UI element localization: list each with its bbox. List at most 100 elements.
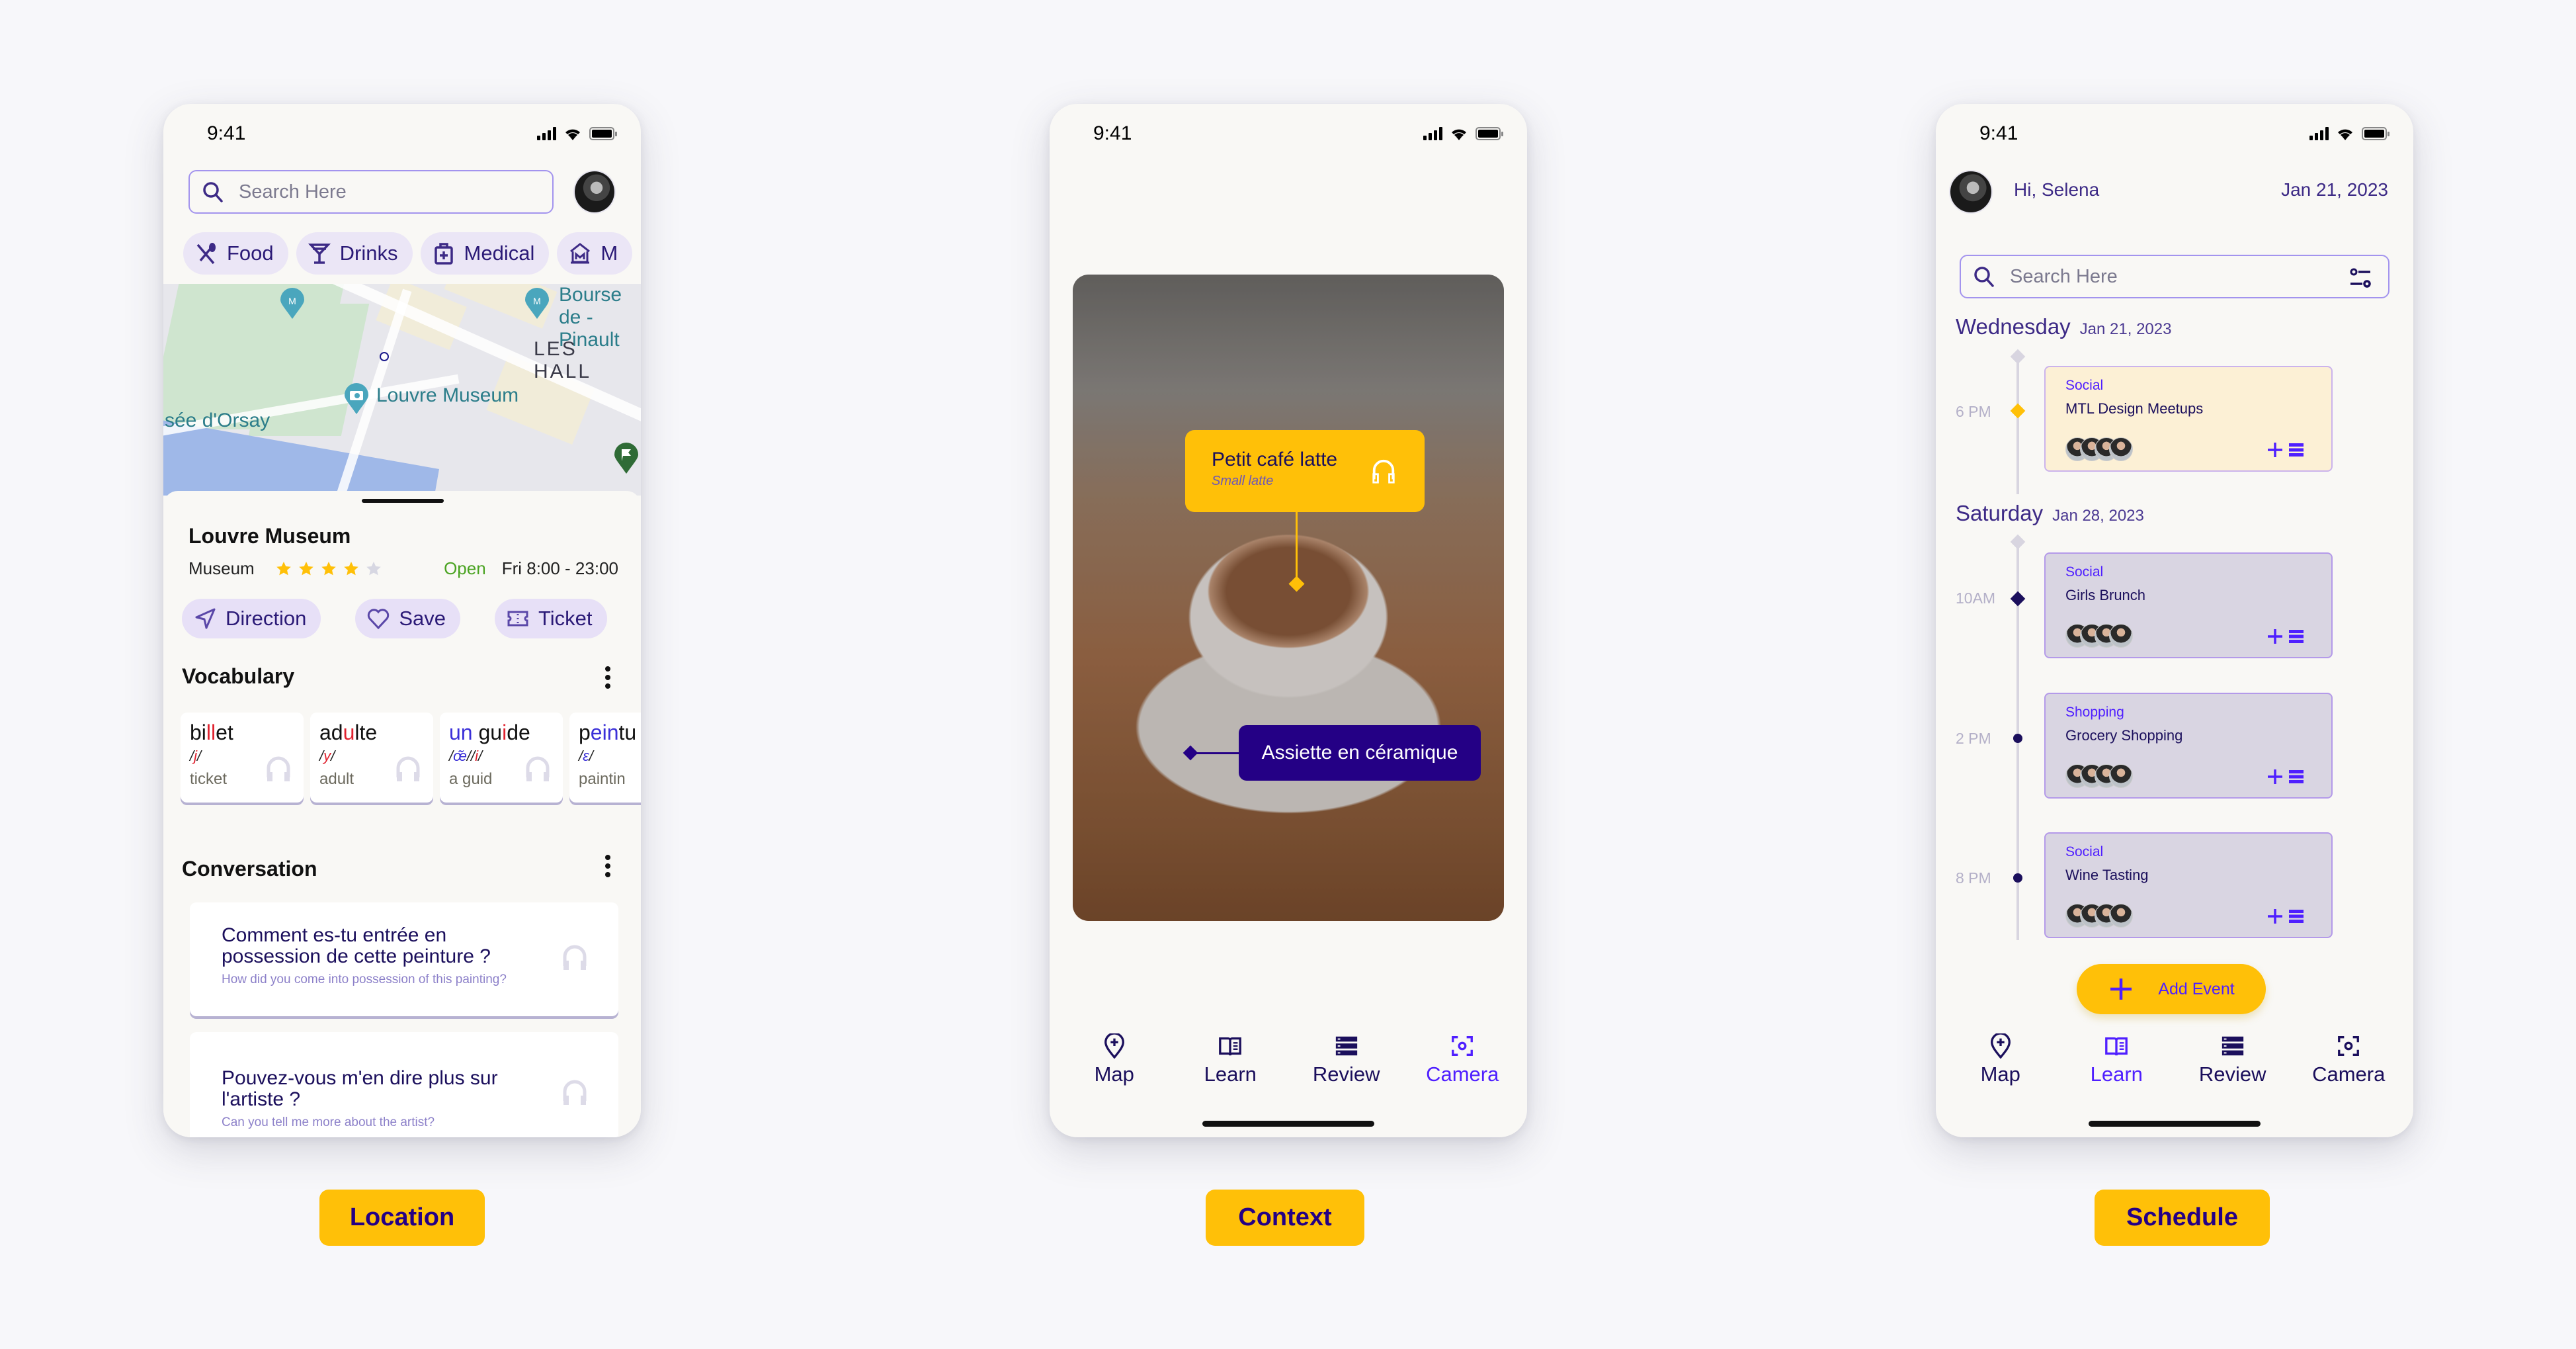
vocabulary-more-icon[interactable] <box>604 666 611 689</box>
vocab-card[interactable]: peintu/ɛ/paintin <box>569 713 641 803</box>
event-card[interactable]: Social MTL Design Meetups <box>2044 366 2333 472</box>
list-icon <box>1335 1036 1357 1056</box>
event-name: MTL Design Meetups <box>2065 400 2204 417</box>
vocab-card[interactable]: billet/j/ticket <box>181 713 304 803</box>
battery-icon <box>1475 127 1503 140</box>
tab-learn[interactable]: Learn <box>1181 1033 1280 1086</box>
search-input[interactable]: Search Here <box>1960 255 2389 298</box>
event-category: Social <box>2065 378 2104 393</box>
tab-camera[interactable]: Camera <box>1413 1033 1512 1086</box>
tab-review[interactable]: Review <box>1297 1033 1396 1086</box>
chip-museum[interactable]: M <box>557 232 633 275</box>
tab-label: Review <box>1312 1063 1380 1086</box>
action-label: Ticket <box>538 607 593 630</box>
headphones-icon[interactable] <box>395 755 421 783</box>
timeline-marker-icon <box>2013 734 2022 743</box>
day-header: Saturday Jan 28, 2023 <box>1956 501 2144 526</box>
search-placeholder: Search Here <box>239 181 347 202</box>
star-empty-icon <box>366 561 381 575</box>
object-tag-plate[interactable]: Assiette en céramique <box>1239 725 1481 781</box>
attendee-avatars[interactable] <box>2065 437 2133 461</box>
add-icon[interactable] <box>2266 441 2284 458</box>
headphones-icon[interactable] <box>265 755 292 783</box>
camera-photo[interactable]: Petit café latte Small latte Assiette en… <box>1073 275 1504 921</box>
chip-medical[interactable]: Medical <box>420 232 550 275</box>
cocktail-icon <box>308 243 331 264</box>
chip-drinks[interactable]: Drinks <box>296 232 413 275</box>
flag-pin-icon[interactable] <box>613 443 640 474</box>
conversation-card[interactable]: Pouvez-vous m'en dire plus sur l'artiste… <box>190 1032 618 1137</box>
list-icon[interactable] <box>2289 769 2304 784</box>
day-name: Saturday <box>1956 501 2044 525</box>
list-icon[interactable] <box>2289 629 2304 644</box>
vocab-card[interactable]: adulte/y/adult <box>310 713 433 803</box>
louvre-pin-icon[interactable] <box>343 383 370 415</box>
event-name: Girls Brunch <box>2065 587 2146 603</box>
event-card[interactable]: Shopping Grocery Shopping <box>2044 693 2333 799</box>
attendee-avatars[interactable] <box>2065 624 2133 648</box>
tab-review[interactable]: Review <box>2183 1033 2282 1086</box>
save-button[interactable]: Save <box>355 599 460 638</box>
headphones-icon[interactable] <box>524 755 551 783</box>
status-bar: 9:41 <box>1936 104 2413 163</box>
headphones-icon[interactable] <box>561 1078 588 1106</box>
chip-label: Food <box>227 241 274 265</box>
list-icon[interactable] <box>2289 909 2304 924</box>
book-icon <box>2105 1037 2128 1056</box>
place-meta: Museum Open Fri 8:00 - 23:00 <box>188 558 618 579</box>
user-avatar[interactable] <box>1949 170 1993 214</box>
tab-learn[interactable]: Learn <box>2067 1033 2166 1086</box>
filter-icon[interactable] <box>2348 267 2372 289</box>
tab-camera[interactable]: Camera <box>2299 1033 2398 1086</box>
star-filled-icon <box>343 561 358 575</box>
chip-label: Drinks <box>339 241 398 265</box>
direction-button[interactable]: Direction <box>182 599 321 638</box>
medical-kit-icon <box>434 243 453 265</box>
conversation-title: Conversation <box>182 857 317 881</box>
attendee-avatars[interactable] <box>2065 904 2133 928</box>
home-indicator[interactable] <box>1202 1121 1374 1127</box>
ticket-button[interactable]: Ticket <box>495 599 607 638</box>
vocab-word: peintu <box>579 720 637 744</box>
headphones-icon[interactable] <box>561 943 588 971</box>
add-icon[interactable] <box>2266 908 2284 925</box>
vocabulary-list: billet/j/ticket adulte/y/adult un guide/œ̃… <box>181 713 641 803</box>
list-icon <box>2222 1036 2243 1056</box>
event-card[interactable]: Social Wine Tasting <box>2044 832 2333 938</box>
list-icon[interactable] <box>2289 443 2304 457</box>
museum-pin-icon[interactable]: M <box>279 288 306 320</box>
headphones-icon[interactable] <box>1370 458 1397 484</box>
location-screen: 9:41 Search Here Food Drinks Medical M M… <box>163 104 641 1137</box>
wifi-icon <box>2338 129 2352 140</box>
conversation-french: Pouvez-vous m'en dire plus sur l'artiste… <box>222 1067 498 1110</box>
event-card[interactable]: Social Girls Brunch <box>2044 552 2333 658</box>
object-tag-latte[interactable]: Petit café latte Small latte <box>1185 430 1425 512</box>
conversation-french: Comment es-tu entrée en possession de ce… <box>222 924 491 967</box>
home-indicator[interactable] <box>2089 1121 2261 1127</box>
vocab-card[interactable]: un guide/œ̃//i/a guid <box>440 713 563 803</box>
user-avatar[interactable] <box>573 170 616 214</box>
vocab-word: billet <box>190 720 233 744</box>
category-chips: Food Drinks Medical M <box>183 232 633 275</box>
status-bar: 9:41 <box>163 104 641 163</box>
add-event-button[interactable]: Add Event <box>2077 964 2266 1014</box>
chip-food[interactable]: Food <box>183 232 288 275</box>
vocab-word: un guide <box>449 720 530 744</box>
search-input[interactable]: Search Here <box>188 170 554 214</box>
day-name: Wednesday <box>1956 314 2071 339</box>
tab-map[interactable]: Map <box>1065 1033 1164 1086</box>
conversation-more-icon[interactable] <box>604 855 611 877</box>
wifi-icon <box>565 129 580 140</box>
add-icon[interactable] <box>2266 768 2284 785</box>
drag-handle[interactable] <box>362 499 444 503</box>
attendee-avatars[interactable] <box>2065 764 2133 788</box>
event-category: Shopping <box>2065 705 2124 720</box>
add-icon[interactable] <box>2266 628 2284 645</box>
museum-pin-icon[interactable]: M <box>524 288 550 320</box>
chip-label: Medical <box>464 241 535 265</box>
map-view[interactable]: M M Bourse de - Pinault LES HALL Louvre … <box>163 284 641 496</box>
event-time: 10AM <box>1956 589 1996 607</box>
timeline-marker-icon <box>2010 591 2026 607</box>
tab-map[interactable]: Map <box>1951 1033 2050 1086</box>
conversation-card[interactable]: Comment es-tu entrée en possession de ce… <box>190 902 618 1016</box>
